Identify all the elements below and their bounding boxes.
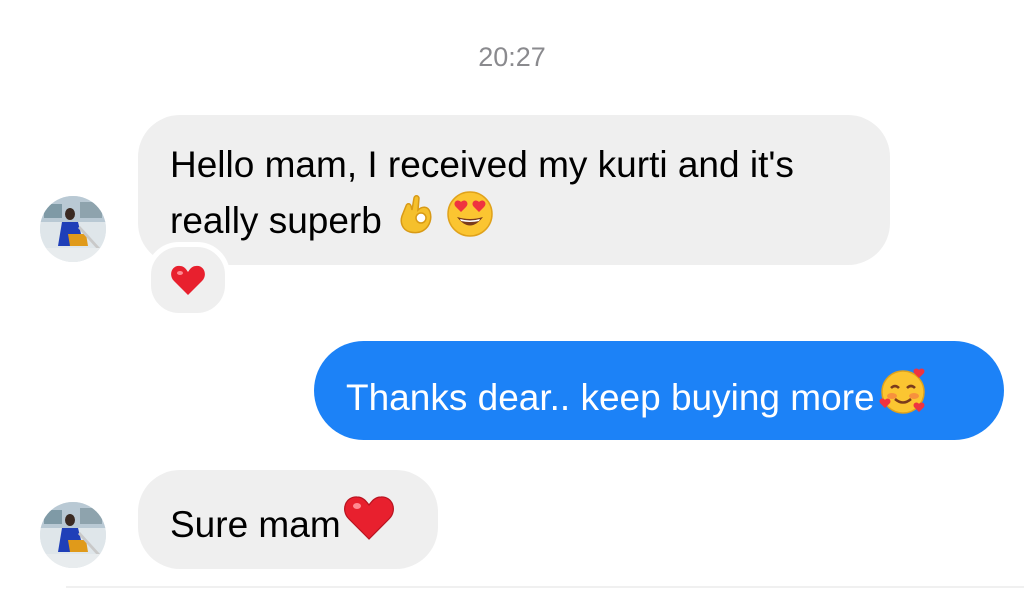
message-timestamp: 20:27: [478, 42, 546, 72]
message-text: Sure mam: [170, 503, 341, 545]
incoming-message-bubble[interactable]: Hello mam, I received my kurti and it's …: [138, 115, 890, 265]
heart-eyes-icon: [446, 190, 494, 250]
message-text: really superb: [170, 199, 382, 241]
red-heart-icon: [343, 495, 395, 553]
red-heart-icon: [171, 265, 205, 295]
contact-avatar[interactable]: [40, 502, 106, 568]
ok-hand-icon: [396, 192, 438, 248]
outgoing-message-bubble[interactable]: Thanks dear.. keep buying more: [314, 341, 1004, 440]
incoming-message-bubble[interactable]: Sure mam: [138, 470, 438, 569]
contact-avatar[interactable]: [40, 196, 106, 262]
message-text: Hello mam, I received my kurti and it's: [170, 144, 794, 185]
smiling-face-with-hearts-icon: [877, 366, 929, 428]
message-text: Thanks dear.. keep buying more: [346, 376, 875, 418]
divider: [66, 586, 1024, 588]
message-reaction[interactable]: [146, 242, 230, 318]
